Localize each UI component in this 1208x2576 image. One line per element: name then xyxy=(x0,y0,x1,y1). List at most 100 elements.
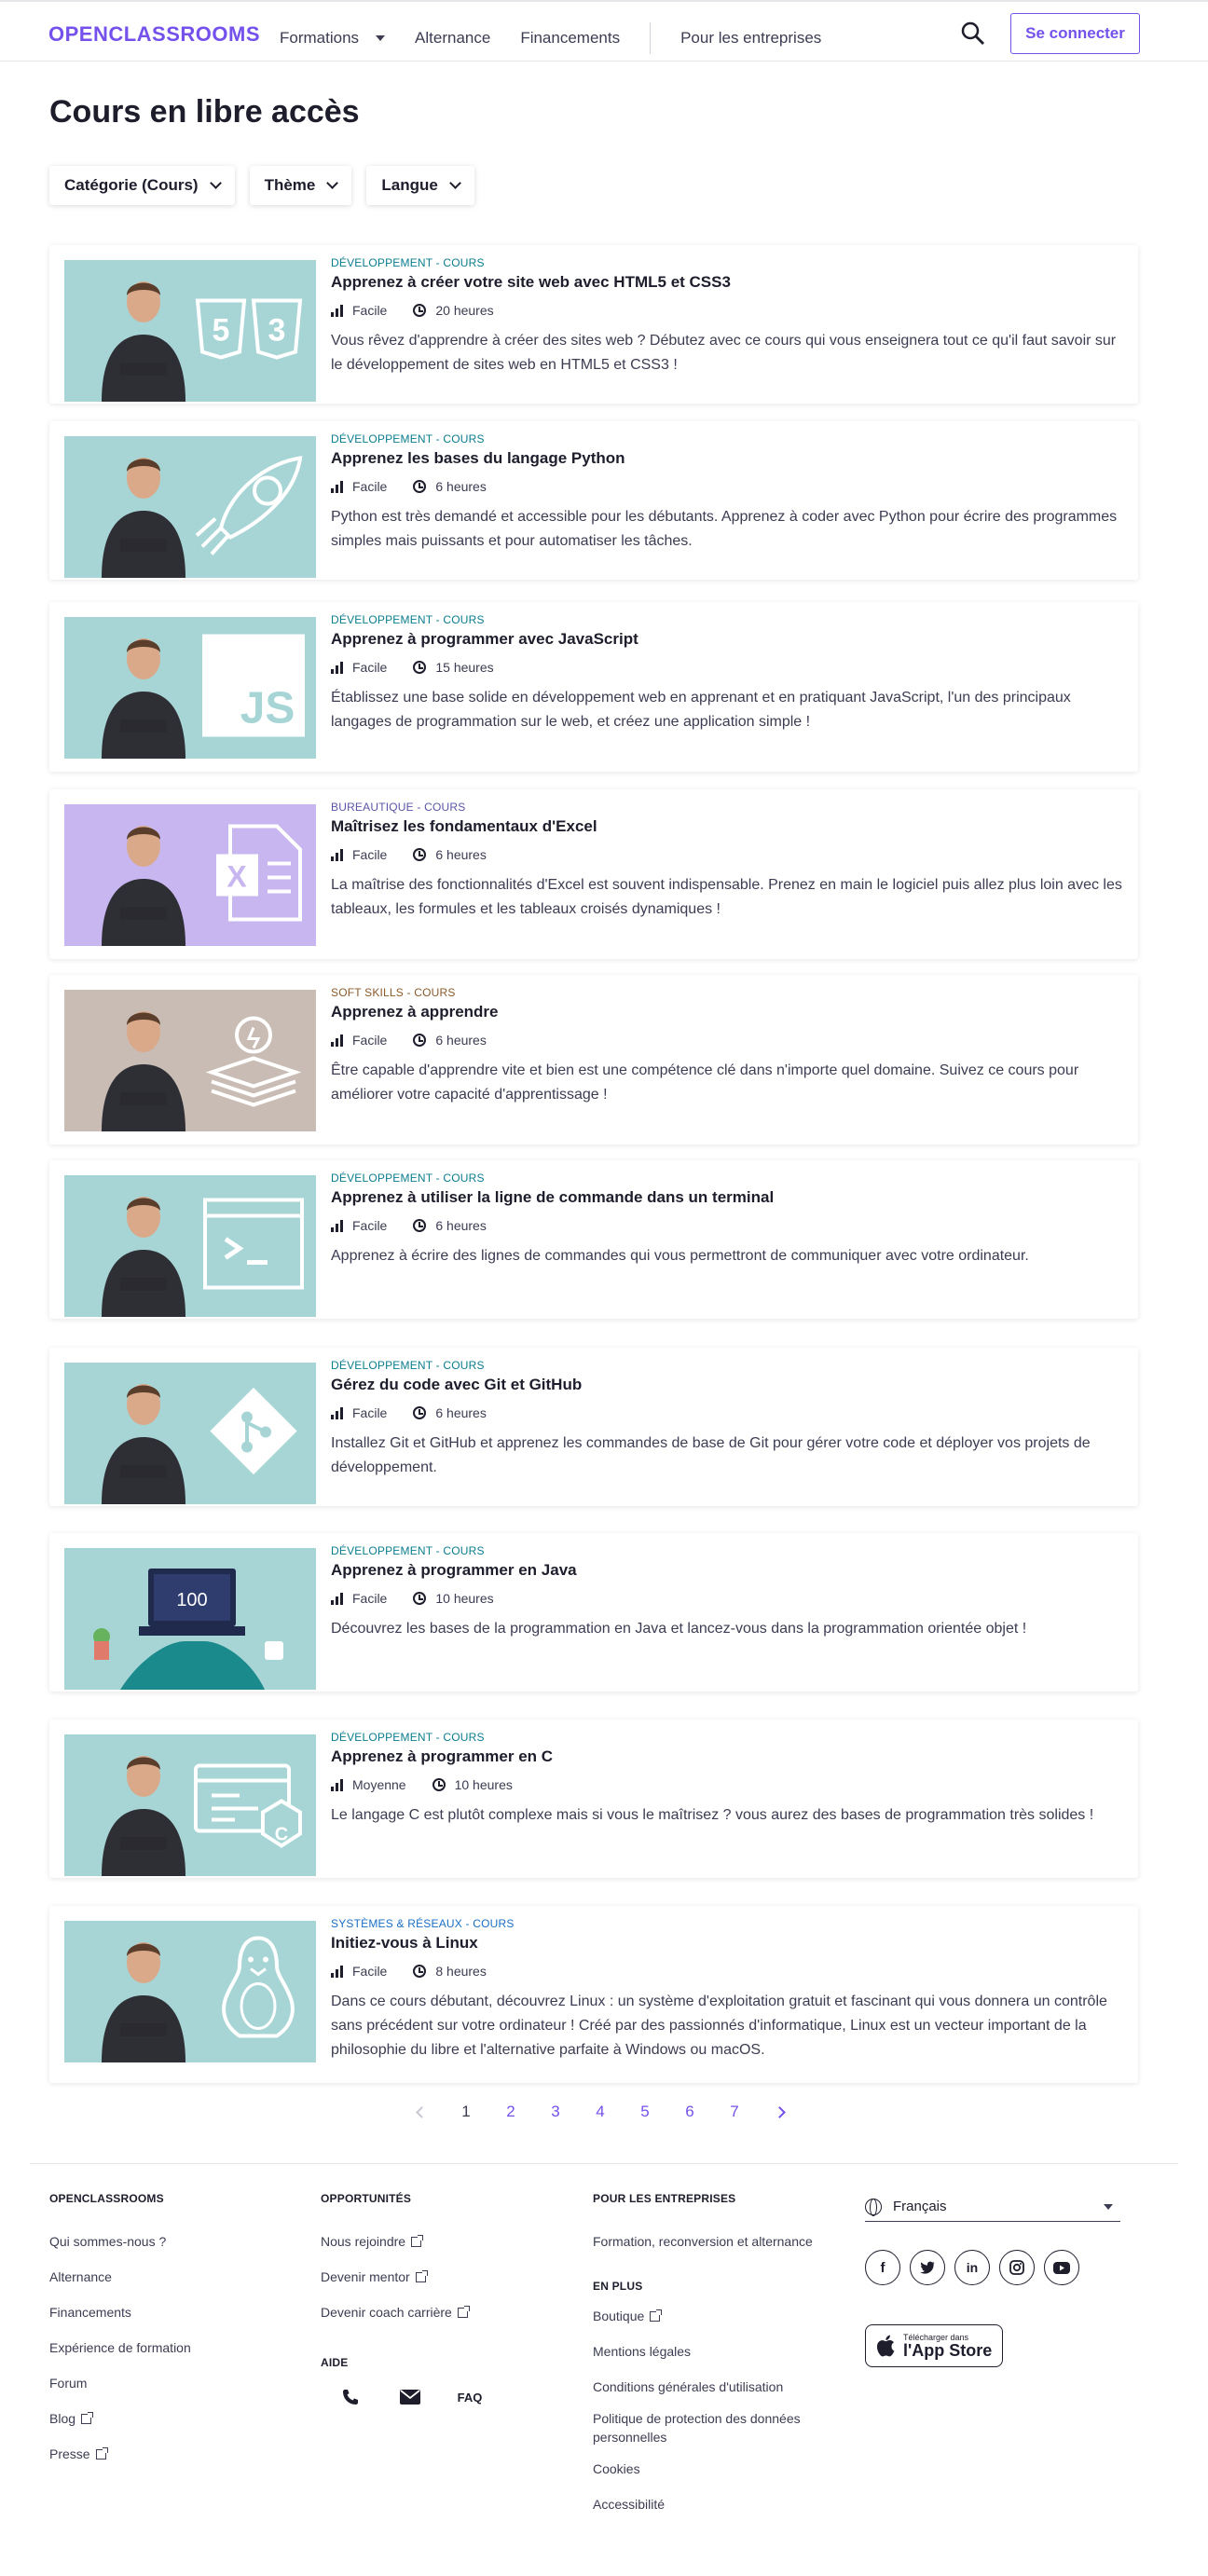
course-thumbnail[interactable] xyxy=(64,1363,316,1504)
course-info: Soft skills - Cours Apprenez à apprendre F… xyxy=(331,986,1123,1107)
clock-icon xyxy=(413,304,427,317)
course-level: Facile xyxy=(352,303,388,318)
course-duration: 6 heures xyxy=(435,479,487,494)
course-card[interactable]: Systèmes & Réseaux - Cours Initiez-vous à… xyxy=(49,1906,1138,2083)
course-thumbnail[interactable] xyxy=(64,1921,316,2062)
footer-link-about[interactable]: Qui sommes-nous ? xyxy=(49,2224,282,2259)
course-thumbnail[interactable]: 100 xyxy=(64,1548,316,1690)
footer-link-privacy[interactable]: Politique de protection des données pers… xyxy=(593,2405,844,2451)
instructor-photo xyxy=(102,458,185,578)
course-card[interactable]: Soft skills - Cours Apprenez à apprendre F… xyxy=(49,975,1138,1144)
course-duration: 20 heures xyxy=(435,303,494,318)
nav-entreprises[interactable]: Pour les entreprises xyxy=(680,29,821,48)
course-title[interactable]: Apprenez à programmer avec JavaScript xyxy=(331,630,1123,649)
clock-icon xyxy=(413,1406,427,1419)
course-thumbnail[interactable]: 53 xyxy=(64,260,316,402)
filter-theme[interactable]: Thème xyxy=(249,166,352,205)
footer-link-forum[interactable]: Forum xyxy=(49,2365,282,2401)
nav-financements[interactable]: Financements xyxy=(520,29,620,48)
facebook-icon[interactable]: f xyxy=(865,2250,900,2285)
top-header: OPENCLASSROOMS Formations Alternance Fin… xyxy=(0,0,1208,62)
course-title[interactable]: Apprenez à programmer en Java xyxy=(331,1561,1123,1580)
filter-language-label: Langue xyxy=(381,176,438,194)
pagination-prev[interactable] xyxy=(399,2105,444,2118)
clock-icon xyxy=(413,1592,427,1605)
page-link-7[interactable]: 7 xyxy=(712,2103,757,2121)
course-thumbnail[interactable]: JS xyxy=(64,617,316,759)
course-title[interactable]: Gérez du code avec Git et GitHub xyxy=(331,1376,1123,1394)
course-card[interactable]: 5 3 Développement - Cours Apprenez à créer … xyxy=(49,245,1138,404)
footer-link-coach[interactable]: Devenir coach carrière xyxy=(321,2295,563,2330)
course-card[interactable]: Développement - Cours Gérez du code avec … xyxy=(49,1348,1138,1506)
pagination: 1 2 3 4 5 6 7 xyxy=(399,2103,802,2121)
page-link-3[interactable]: 3 xyxy=(533,2103,578,2121)
search-icon[interactable] xyxy=(960,21,986,47)
course-thumbnail[interactable]: C xyxy=(64,1734,316,1876)
footer-link-boutique[interactable]: Boutique xyxy=(593,2298,844,2334)
course-info: Développement - Cours Apprenez à programm… xyxy=(331,1544,1123,1641)
footer-link-accessibility[interactable]: Accessibilité xyxy=(593,2487,844,2522)
footer-link-presse[interactable]: Presse xyxy=(49,2436,282,2472)
course-title[interactable]: Apprenez les bases du langage Python xyxy=(331,449,1123,468)
nav-alternance[interactable]: Alternance xyxy=(415,29,490,48)
course-card[interactable]: Développement - Cours Apprenez à utiliser… xyxy=(49,1160,1138,1319)
course-thumbnail[interactable]: X xyxy=(64,804,316,946)
pagination-next[interactable] xyxy=(757,2105,802,2118)
filter-category[interactable]: Catégorie (Cours) xyxy=(49,166,235,205)
footer-link-cgu[interactable]: Conditions générales d'utilisation xyxy=(593,2369,844,2405)
course-title[interactable]: Initiez-vous à Linux xyxy=(331,1934,1123,1953)
course-description: Établissez une base solide en développem… xyxy=(331,690,1071,730)
course-thumbnail[interactable] xyxy=(64,436,316,578)
lightbulb-books-icon xyxy=(202,1007,305,1115)
course-card[interactable]: 100 Développement - Cours Apprenez à progr… xyxy=(49,1533,1138,1692)
course-card[interactable]: X Bureautique - Cours Maîtrisez les fondam… xyxy=(49,789,1138,959)
language-select[interactable]: Français xyxy=(865,2192,1120,2222)
course-title[interactable]: Apprenez à créer votre site web avec HTM… xyxy=(331,273,1123,292)
linkedin-icon[interactable]: in xyxy=(954,2250,990,2285)
faq-link[interactable]: FAQ xyxy=(440,2378,500,2416)
course-title[interactable]: Maîtrisez les fondamentaux d'Excel xyxy=(331,817,1123,836)
footer-link-formation[interactable]: Formation, reconversion et alternance xyxy=(593,2224,844,2259)
course-card[interactable]: C Développement - Cours Apprenez à program… xyxy=(49,1720,1138,1878)
chevron-down-icon xyxy=(326,177,339,189)
footer-link-financements[interactable]: Financements xyxy=(49,2295,282,2330)
login-button[interactable]: Se connecter xyxy=(1010,13,1140,54)
page-link-2[interactable]: 2 xyxy=(488,2103,533,2121)
clock-icon xyxy=(413,1219,427,1232)
level-bars-icon xyxy=(331,1406,345,1419)
course-title[interactable]: Apprenez à programmer en C xyxy=(331,1747,1123,1766)
instagram-icon[interactable] xyxy=(999,2250,1035,2285)
course-description: Découvrez les bases de la programmation … xyxy=(331,1621,1027,1637)
footer-link-join[interactable]: Nous rejoindre xyxy=(321,2224,563,2259)
openclassrooms-logo[interactable]: OPENCLASSROOMS xyxy=(48,22,260,47)
course-thumbnail[interactable] xyxy=(64,990,316,1131)
twitter-icon[interactable] xyxy=(910,2250,945,2285)
course-level: Facile xyxy=(352,1591,388,1606)
footer-link-cookies[interactable]: Cookies xyxy=(593,2451,844,2487)
footer-link-experience[interactable]: Expérience de formation xyxy=(49,2330,282,2365)
footer-link-blog[interactable]: Blog xyxy=(49,2401,282,2436)
mail-icon[interactable] xyxy=(380,2378,440,2416)
course-title[interactable]: Apprenez à utiliser la ligne de commande… xyxy=(331,1188,1123,1207)
nav-alternance-label: Alternance xyxy=(415,29,491,47)
page-link-5[interactable]: 5 xyxy=(623,2103,667,2121)
instructor-photo xyxy=(102,281,185,402)
course-card[interactable]: JS Développement - Cours Apprenez à progra… xyxy=(49,602,1138,772)
course-card[interactable]: Développement - Cours Apprenez les bases … xyxy=(49,421,1138,580)
page-link-4[interactable]: 4 xyxy=(578,2103,623,2121)
nav-formations[interactable]: Formations xyxy=(280,29,386,48)
page-link-6[interactable]: 6 xyxy=(667,2103,712,2121)
page-link-1[interactable]: 1 xyxy=(444,2103,488,2121)
footer-link-alternance[interactable]: Alternance xyxy=(49,2259,282,2295)
course-thumbnail[interactable] xyxy=(64,1175,316,1317)
course-title[interactable]: Apprenez à apprendre xyxy=(331,1003,1123,1021)
appstore-badge[interactable]: Télécharger dans l'App Store xyxy=(865,2324,1003,2367)
filter-language[interactable]: Langue xyxy=(366,166,474,205)
instructor-photo xyxy=(102,1384,185,1504)
footer-link-mentions[interactable]: Mentions légales xyxy=(593,2334,844,2369)
course-level: Facile xyxy=(352,1405,388,1420)
footer-link-mentor[interactable]: Devenir mentor xyxy=(321,2259,563,2295)
youtube-icon[interactable] xyxy=(1044,2250,1079,2285)
appstore-big-text: l'App Store xyxy=(903,2341,993,2360)
phone-icon[interactable] xyxy=(321,2378,380,2416)
